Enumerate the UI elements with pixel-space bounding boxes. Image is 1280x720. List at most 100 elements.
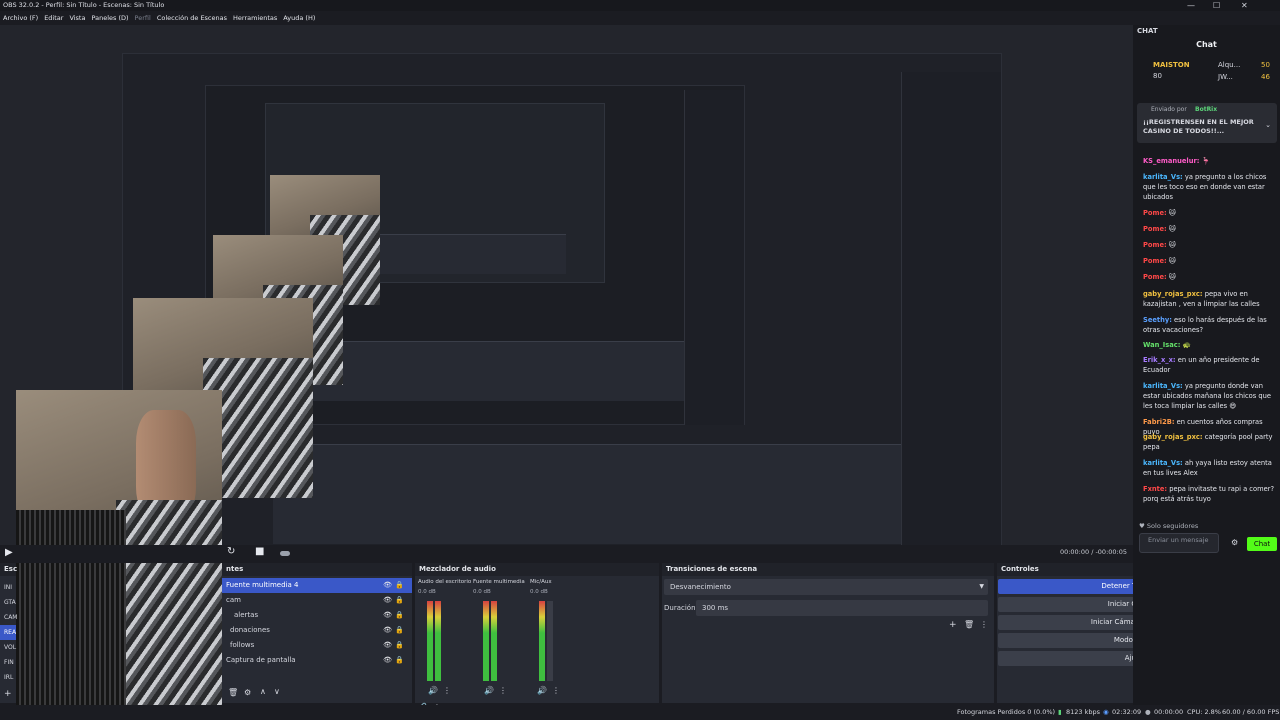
live-time: 02:32:09 <box>1112 708 1142 716</box>
transition-menu-icon[interactable]: ⋮ <box>980 620 988 629</box>
seek-slider[interactable] <box>280 551 290 556</box>
record-icon: ● <box>1145 708 1151 716</box>
scenes-title: Esc <box>0 563 17 576</box>
remove-transition-icon[interactable]: 🗑 <box>964 620 974 629</box>
lock-icon[interactable]: 🔒 <box>395 578 404 593</box>
more-icon[interactable]: ⋮ <box>552 686 560 695</box>
menu-coleccion[interactable]: Colección de Escenas <box>157 11 227 25</box>
source-item[interactable]: cam 👁 🔒 <box>222 593 412 608</box>
eye-icon[interactable]: 👁 <box>383 653 392 668</box>
move-down-icon[interactable]: ∨ <box>274 687 280 696</box>
chat-message: Wan_Isac: 🐢 <box>1143 341 1191 349</box>
remove-source-icon[interactable]: 🗑 <box>228 688 238 697</box>
window-titlebar: OBS 32.0.2 - Perfil: Sin Título - Escena… <box>0 0 1280 11</box>
dropped-frames: Fotogramas Perdidos 0 (0.0%) <box>957 708 1056 716</box>
move-up-icon[interactable]: ∧ <box>260 687 266 696</box>
chat-input[interactable]: Enviar un mensaje <box>1139 533 1219 553</box>
scene-item[interactable]: GTA <box>0 595 16 610</box>
duration-label: Duración <box>664 604 696 612</box>
volume-meter <box>491 601 497 681</box>
recursive-chat <box>901 72 1001 552</box>
cpu-usage: CPU: 2.8% <box>1187 708 1221 716</box>
add-transition-icon[interactable]: + <box>949 620 957 630</box>
eye-icon[interactable]: 👁 <box>383 638 392 653</box>
menu-herramientas[interactable]: Herramientas <box>233 11 277 25</box>
lock-icon[interactable]: 🔒 <box>395 593 404 608</box>
supporter-name: JW... <box>1218 73 1233 81</box>
menu-ayuda[interactable]: Ayuda (H) <box>283 11 315 25</box>
source-item[interactable]: donaciones 👁 🔒 <box>222 623 412 638</box>
record-time: 00:00:00 <box>1154 708 1184 716</box>
channel-db: 0.0 dB <box>418 589 436 595</box>
eye-icon[interactable]: 👁 <box>383 593 392 608</box>
obs-window: OBS 32.0.2 - Perfil: Sin Título - Escena… <box>0 0 1280 720</box>
chat-message: karlita_Vs: ah yaya listo estoy atenta e… <box>1143 459 1272 477</box>
chat-message: Pome: 🐱 <box>1143 225 1176 233</box>
eye-icon[interactable]: 👁 <box>383 623 392 638</box>
fps: 60.00 / 60.00 FPS <box>1222 708 1280 716</box>
more-icon[interactable]: ⋮ <box>499 686 507 695</box>
minimize-button[interactable]: — <box>1187 0 1195 11</box>
chat-message: Seethy: eso lo harás después de las otra… <box>1143 316 1267 334</box>
scene-item-selected[interactable]: REA <box>0 625 16 640</box>
more-icon[interactable]: ⋮ <box>443 686 451 695</box>
source-item[interactable]: Captura de pantalla 👁 🔒 <box>222 653 412 668</box>
chat-dock-title: CHAT <box>1137 27 1158 35</box>
scene-item[interactable]: CAM <box>0 610 17 625</box>
menu-paneles[interactable]: Paneles (D) <box>91 11 128 25</box>
chat-send-button[interactable]: Chat <box>1247 537 1277 551</box>
speaker-icon[interactable]: 🔊 <box>428 686 438 695</box>
speaker-icon[interactable]: 🔊 <box>484 686 494 695</box>
volume-meter <box>483 601 489 681</box>
menu-vista[interactable]: Vista <box>69 11 85 25</box>
audio-mixer-dock: Mezclador de audio Audio del escritorio … <box>415 563 659 712</box>
source-item[interactable]: follows 👁 🔒 <box>222 638 412 653</box>
eye-icon[interactable]: 👁 <box>383 608 392 623</box>
transition-select[interactable]: Desvanecimiento ▼ <box>664 579 988 595</box>
duration-spinbox[interactable]: 300 ms <box>696 600 988 616</box>
maximize-button[interactable]: ☐ <box>1213 0 1220 11</box>
scene-item[interactable]: INI <box>0 580 16 595</box>
scene-item[interactable]: VOL <box>0 640 16 655</box>
gear-icon[interactable]: ⚙ <box>244 688 251 697</box>
chat-message: Pome: 🐱 <box>1143 209 1176 217</box>
mixer-title: Mezclador de audio <box>415 563 659 576</box>
source-item[interactable]: alertas 👁 🔒 <box>222 608 412 623</box>
stop-icon[interactable]: ■ <box>255 546 264 557</box>
followers-only-label: ♥ Solo seguidores <box>1139 522 1199 530</box>
recursive-docks-2 <box>306 341 684 401</box>
chevron-down-icon[interactable]: ⌄ <box>1265 121 1271 129</box>
chat-message: gaby_rojas_pxc: pepa vivo en kazajistan … <box>1143 290 1260 308</box>
lock-icon[interactable]: 🔒 <box>395 608 404 623</box>
chat-message: Pome: 🐱 <box>1143 273 1176 281</box>
transport-bar: ▶ ↻ ■ 00:00:00 / -00:00:05 <box>0 545 1133 563</box>
play-icon[interactable]: ▶ <box>5 547 13 558</box>
top-supporter-name: MAISTON <box>1153 61 1190 69</box>
chevron-down-icon: ▼ <box>979 583 984 590</box>
transitions-title: Transiciones de escena <box>662 563 994 576</box>
scene-item[interactable]: FIN <box>0 655 16 670</box>
menu-perfil[interactable]: Perfil <box>135 11 151 25</box>
sources-title: ntes <box>222 563 412 576</box>
restart-icon[interactable]: ↻ <box>227 546 235 557</box>
lock-icon[interactable]: 🔒 <box>395 623 404 638</box>
lock-icon[interactable]: 🔒 <box>395 653 404 668</box>
source-item-selected[interactable]: Fuente multimedia 4 👁 🔒 <box>222 578 412 593</box>
window-title: OBS 32.0.2 - Perfil: Sin Título - Escena… <box>3 1 165 9</box>
lock-icon[interactable]: 🔒 <box>395 638 404 653</box>
chat-message: Fxnte: pepa invitaste tu rapi a comer? p… <box>1143 485 1274 503</box>
eye-icon[interactable]: 👁 <box>383 578 392 593</box>
signal-icon: ▮ <box>1058 708 1062 716</box>
scene-item[interactable]: IRL <box>0 670 16 685</box>
channel-name: Mic/Aux <box>530 579 552 585</box>
pinned-message[interactable]: Enviado por BotRix ¡¡REGISTRENSEN EN EL … <box>1137 103 1277 143</box>
close-button[interactable]: ✕ <box>1241 0 1248 11</box>
menu-editar[interactable]: Editar <box>44 11 63 25</box>
gear-icon[interactable]: ⚙ <box>1231 538 1238 547</box>
speaker-icon[interactable]: 🔊 <box>537 686 547 695</box>
add-scene-icon[interactable]: + <box>4 689 12 699</box>
menu-archivo[interactable]: Archivo (F) <box>3 11 38 25</box>
chat-message: Pome: 🐱 <box>1143 241 1176 249</box>
recursive-docks <box>273 444 901 544</box>
recursive-chat-2 <box>684 90 744 425</box>
